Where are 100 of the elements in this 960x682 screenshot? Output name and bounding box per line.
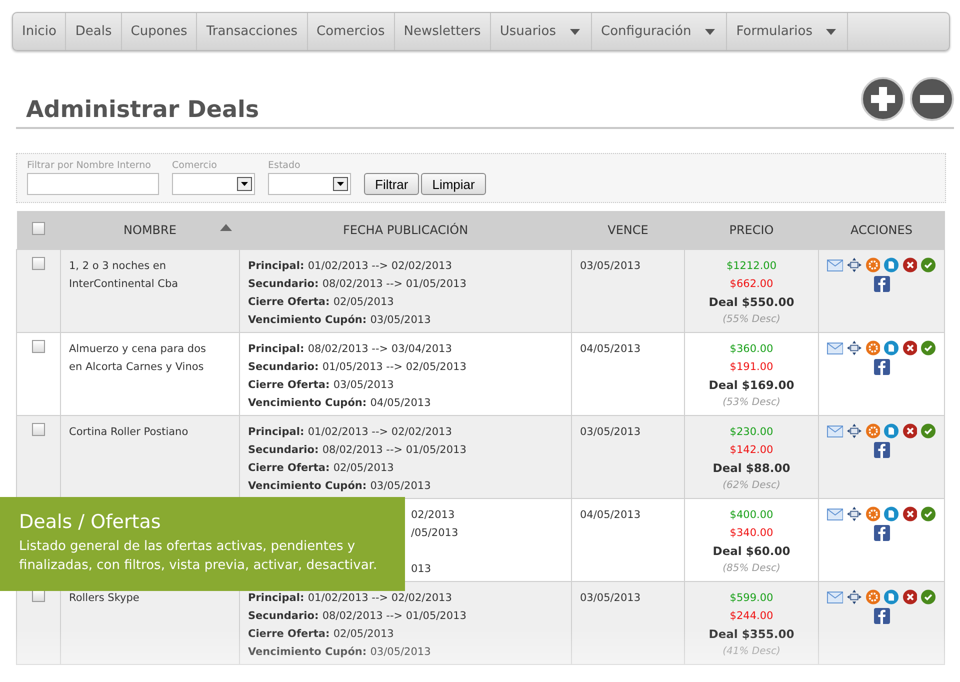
name-filter-field[interactable] [27,173,159,195]
date-line: Principal: 01/02/2013 --> 02/02/2013 [248,425,453,440]
deal-price: Deal $550.00 [708,294,796,311]
move-icon[interactable] [847,589,862,605]
select-all-checkbox[interactable] [32,222,45,235]
nav-item[interactable]: Newsletters [394,13,491,50]
deal-price: Deal $60.00 [712,543,792,560]
discount-amount: $662.00 [728,277,774,292]
discount-amount: $142.00 [728,443,774,458]
banner-text: Listado general de las ofertas activas, pendientes y finalizadas, con filtros, vista previa, activar, desactivar. [19,538,378,575]
deal-name: Rollers Skype [69,591,140,606]
nav-item[interactable]: Configuración [592,13,728,50]
deal-price: Deal $88.00 [712,460,792,477]
delete-icon[interactable] [902,423,918,439]
check-icon[interactable] [921,257,936,273]
field-label: Filtrar por Nombre Interno [27,160,152,171]
facebook-icon[interactable] [874,608,890,624]
discount-amount: $191.00 [728,360,774,375]
expiry-date: 03/05/2013 [580,592,641,604]
date-line: Principal: 01/02/2013 --> 02/02/2013 [248,591,453,606]
date-line: Cierre Oferta: 03/05/2013 [248,378,395,393]
check-icon[interactable] [921,506,936,522]
date-line: Vencimiento Cupón: 04/05/2013 [248,396,432,411]
nav-item[interactable]: Usuarios [490,13,592,50]
date-line: Secundario: 08/02/2013 --> 01/05/2013 [248,277,468,292]
copy-icon[interactable] [884,589,899,605]
clear-button[interactable]: Limpiar [421,173,486,195]
column-header: PRECIO [729,223,774,237]
copy-icon[interactable] [884,423,899,439]
deal-name: 1, 2 o 3 noches en InterContinental Cba [69,259,180,292]
date-line: Vencimiento Cupón: 03/05/2013 [248,479,432,494]
list-price: $230.00 [728,425,774,440]
date-line: Principal: 08/02/2013 --> 03/04/2013 [248,342,453,357]
comercio-dropdown[interactable] [172,173,255,195]
remove-icon[interactable] [910,77,954,121]
field-label: Estado [268,160,302,171]
copy-icon[interactable] [884,257,899,273]
deal-name: Almuerzo y cena para dos en Alcorta Carnes y Vinos [69,342,207,375]
list-price: $360.00 [728,342,774,357]
sort-icon[interactable] [220,224,232,231]
discount-percent: (62% Desc) [722,479,782,493]
date-line: /05/2013 [411,526,460,541]
nav-item[interactable]: Formularios [727,13,848,50]
estado-dropdown[interactable] [268,173,351,195]
copy-icon[interactable] [884,340,899,356]
date-line: Cierre Oferta: 02/05/2013 [248,627,395,642]
delete-icon[interactable] [902,257,918,273]
list-price: $400.00 [728,508,774,523]
copy-icon[interactable] [884,506,899,522]
date-line: Secundario: 01/05/2013 --> 02/05/2013 [248,360,468,375]
discount-amount: $244.00 [728,609,774,624]
expiry-date: 04/05/2013 [580,343,641,355]
list-price: $599.00 [728,591,774,606]
discount-percent: (85% Desc) [722,562,782,576]
move-icon[interactable] [847,506,862,522]
row-checkbox[interactable] [32,423,45,436]
delete-icon[interactable] [902,589,918,605]
column-header: ACCIONES [850,223,912,237]
facebook-icon[interactable] [874,359,890,375]
add-icon[interactable] [861,77,905,121]
date-line: 02/2013 [411,508,456,523]
date-line: Cierre Oferta: 02/05/2013 [248,461,395,476]
expiry-date: 04/05/2013 [580,509,641,521]
expiry-date: 03/05/2013 [580,426,641,438]
field-label: Comercio [172,160,218,171]
delete-icon[interactable] [902,506,918,522]
facebook-icon[interactable] [874,525,890,541]
deal-price: Deal $169.00 [708,377,796,394]
deal-price: Deal $355.00 [708,626,796,643]
discount-percent: (55% Desc) [722,313,782,327]
move-icon[interactable] [847,340,862,356]
check-icon[interactable] [921,589,936,605]
date-line: 013 [411,562,432,577]
move-icon[interactable] [847,423,862,439]
nav-item[interactable]: Cupones [122,13,198,50]
date-line: Secundario: 08/02/2013 --> 01/05/2013 [248,443,468,458]
discount-amount: $340.00 [728,526,774,541]
check-icon[interactable] [921,423,936,439]
facebook-icon[interactable] [874,276,890,292]
row-checkbox[interactable] [32,257,45,270]
banner-title: Deals / Ofertas [19,511,162,533]
deal-name: Cortina Roller Postiano [69,425,190,440]
caret-icon [241,182,248,186]
delete-icon[interactable] [902,340,918,356]
column-header[interactable]: NOMBRE [124,223,176,237]
caret-icon [337,182,344,186]
page-title: Administrar Deals [26,97,260,123]
filter-button[interactable]: Filtrar [364,173,420,195]
move-icon[interactable] [847,257,862,273]
nav-item[interactable]: Inicio [13,13,66,50]
date-line: Vencimiento Cupón: 03/05/2013 [248,645,432,660]
facebook-icon[interactable] [874,442,890,458]
nav-item[interactable]: Deals [66,13,122,50]
check-icon[interactable] [921,340,936,356]
row-checkbox[interactable] [32,340,45,353]
column-header: FECHA PUBLICACIÓN [342,223,468,237]
nav-item[interactable]: Transacciones [197,13,308,50]
discount-percent: (53% Desc) [722,396,782,410]
nav-item[interactable]: Comercios [308,13,395,50]
date-line: Cierre Oferta: 02/05/2013 [248,295,395,310]
